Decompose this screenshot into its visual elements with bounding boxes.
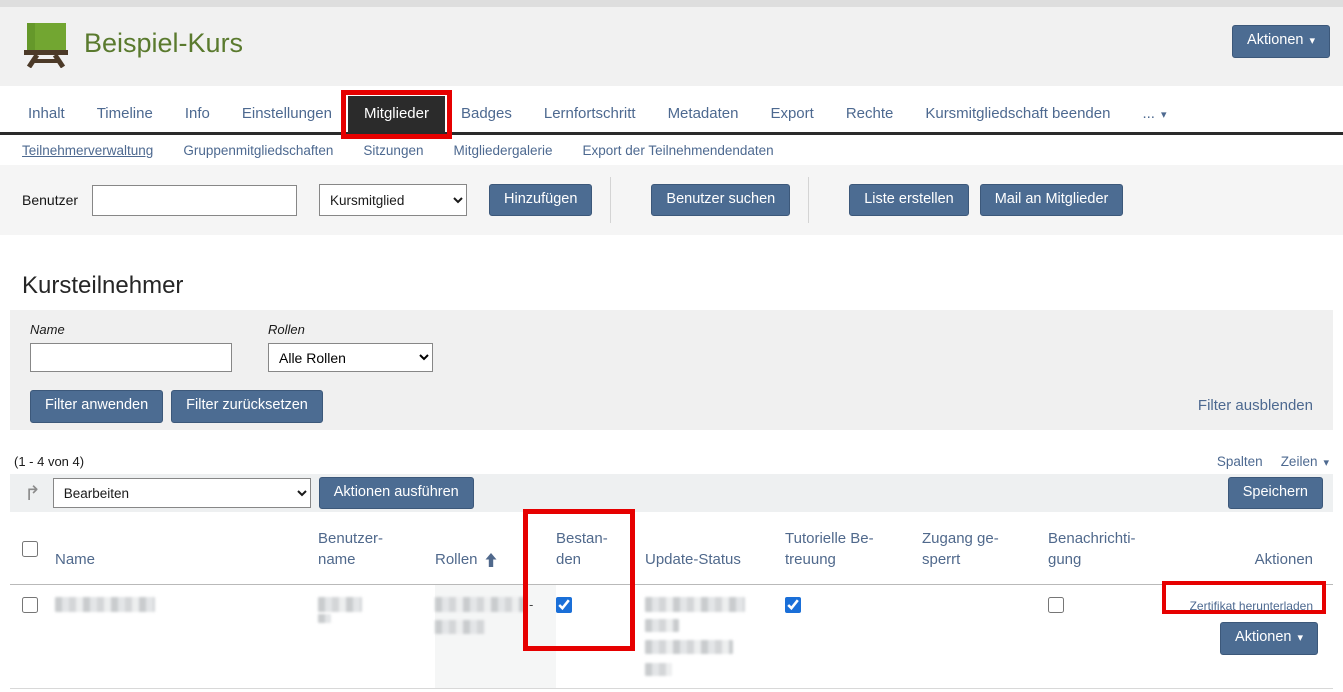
bulk-action-select[interactable]: Bearbeiten: [53, 478, 311, 508]
redacted-status: [645, 619, 679, 632]
tab-mitglieder[interactable]: Mitglieder: [348, 96, 445, 132]
tab-rechte[interactable]: Rechte: [830, 96, 910, 132]
col-header-bestanden[interactable]: Bestan-den: [556, 528, 645, 585]
redacted-status: [645, 663, 672, 676]
spalten-link[interactable]: Spalten: [1217, 454, 1263, 469]
role-select[interactable]: Kursmitglied: [319, 184, 467, 216]
header-band: Beispiel-Kurs Aktionen▾: [0, 0, 1343, 86]
tab-badges[interactable]: Badges: [445, 96, 528, 132]
result-count: (1 - 4 von 4): [14, 454, 84, 469]
subtab-sitzungen[interactable]: Sitzungen: [363, 143, 423, 158]
page-title: Beispiel-Kurs: [84, 28, 243, 59]
cell-tutorielle-betreuung: [785, 597, 922, 618]
sort-ascending-icon: [485, 553, 497, 567]
redacted-username: [318, 597, 362, 612]
col-header-benachrichtigung[interactable]: Benachrichti-gung: [1048, 528, 1178, 585]
subtab-bar: Teilnehmerverwaltung Gruppenmitgliedscha…: [0, 135, 1343, 165]
redacted-username: [318, 614, 331, 623]
caret-down-icon: ▾: [1297, 631, 1303, 644]
redacted-role: [435, 620, 485, 634]
aktionen-ausfuehren-button[interactable]: Aktionen ausführen: [319, 477, 474, 510]
tab-einstellungen[interactable]: Einstellungen: [226, 96, 348, 132]
page: { "icons": { "caret_down": "▾", "pipe_ar…: [0, 0, 1343, 692]
tab-metadaten[interactable]: Metadaten: [652, 96, 755, 132]
subtab-export-teilnehmendendaten[interactable]: Export der Teilnehmendendaten: [583, 143, 774, 158]
benutzer-input[interactable]: [92, 185, 297, 216]
filter-rollen-select[interactable]: Alle Rollen: [268, 343, 433, 372]
redacted-status: [645, 640, 733, 654]
cell-benutzername: [318, 597, 435, 623]
row-aktionen-button[interactable]: Aktionen▾: [1220, 622, 1318, 655]
tab-inhalt[interactable]: Inhalt: [12, 96, 81, 132]
subtab-teilnehmerverwaltung[interactable]: Teilnehmerverwaltung: [22, 143, 153, 158]
redacted-status: [645, 597, 745, 612]
col-header-zugang-gesperrt[interactable]: Zugang ge-sperrt: [922, 528, 1048, 585]
caret-down-icon: ▾: [1161, 108, 1167, 121]
benachrichtigung-checkbox[interactable]: [1048, 597, 1064, 613]
caret-down-icon: ▾: [1309, 34, 1315, 47]
col-header-aktionen: Aktionen: [1178, 549, 1333, 584]
col-header-update-status[interactable]: Update-Status: [645, 549, 785, 584]
cell-update-status: [645, 597, 785, 676]
tab-more[interactable]: ...▾: [1126, 96, 1182, 132]
section-heading: Kursteilnehmer: [22, 272, 1343, 300]
filter-ausblenden-link[interactable]: Filter ausblenden: [1198, 397, 1313, 414]
zertifikat-herunterladen-link[interactable]: Zertifikat herunterladen: [1190, 599, 1313, 613]
caret-down-icon: ▾: [1323, 456, 1329, 469]
mail-an-mitglieder-button[interactable]: Mail an Mitglieder: [980, 184, 1124, 217]
filter-zuruecksetzen-button[interactable]: Filter zurücksetzen: [171, 390, 323, 423]
tab-kursmitgliedschaft-beenden[interactable]: Kursmitgliedschaft beenden: [909, 96, 1126, 132]
tab-lernfortschritt[interactable]: Lernfortschritt: [528, 96, 652, 132]
cell-bestanden: [556, 597, 645, 618]
subtab-gruppenmitgliedschaften[interactable]: Gruppenmitgliedschaften: [183, 143, 333, 158]
col-header-benutzername[interactable]: Benutzer-name: [318, 528, 435, 585]
filter-anwenden-button[interactable]: Filter anwenden: [30, 390, 163, 423]
tab-export[interactable]: Export: [754, 96, 829, 132]
col-header-rollen[interactable]: Rollen: [435, 549, 556, 584]
cell-rollen: -: [435, 585, 556, 688]
table-header-row: Name Benutzer-name Rollen Bestan-den Upd…: [10, 512, 1333, 585]
benutzer-suchen-button[interactable]: Benutzer suchen: [651, 184, 790, 217]
table-row: - Zertifikat herunterladen Aktionen▾: [10, 585, 1333, 689]
tab-bar: Inhalt Timeline Info Einstellungen Mitgl…: [0, 86, 1343, 135]
add-user-toolbar: Benutzer Kursmitglied Hinzufügen Benutze…: [0, 165, 1343, 235]
cell-benachrichtigung: [1048, 597, 1178, 618]
filter-name-input[interactable]: [30, 343, 232, 372]
apply-to-selection-icon: ↱: [24, 481, 41, 505]
course-icon: [22, 20, 70, 73]
row-select-checkbox[interactable]: [22, 597, 38, 613]
benutzer-label: Benutzer: [22, 192, 78, 208]
participants-table: (1 - 4 von 4) Spalten Zeilen▾ ↱ Bearbeit…: [10, 448, 1333, 689]
toolbar-divider: [610, 177, 611, 223]
redacted-name: [55, 597, 155, 612]
tutorielle-betreuung-checkbox[interactable]: [785, 597, 801, 613]
cell-name: [55, 597, 318, 612]
zeilen-link[interactable]: Zeilen▾: [1281, 454, 1329, 469]
bulk-actions-toolbar: ↱ Bearbeiten Aktionen ausführen Speicher…: [10, 474, 1333, 512]
redacted-role: [435, 597, 527, 612]
header-actions-button[interactable]: Aktionen▾: [1232, 25, 1330, 58]
speichern-button[interactable]: Speichern: [1228, 477, 1323, 510]
select-all-checkbox[interactable]: [22, 541, 38, 557]
tab-timeline[interactable]: Timeline: [81, 96, 169, 132]
filter-rollen-label: Rollen: [268, 322, 433, 337]
bestanden-checkbox[interactable]: [556, 597, 572, 613]
cell-aktionen: Zertifikat herunterladen Aktionen▾: [1178, 597, 1333, 655]
filter-panel: Name Rollen Alle Rollen Filter anwenden …: [10, 310, 1333, 430]
tab-info[interactable]: Info: [169, 96, 226, 132]
liste-erstellen-button[interactable]: Liste erstellen: [849, 184, 968, 217]
col-header-tutorielle-betreuung[interactable]: Tutorielle Be-treuung: [785, 528, 922, 585]
filter-name-label: Name: [30, 322, 232, 337]
subtab-mitgliedergalerie[interactable]: Mitgliedergalerie: [453, 143, 552, 158]
col-header-name[interactable]: Name: [55, 549, 318, 584]
toolbar-divider: [808, 177, 809, 223]
hinzufuegen-button[interactable]: Hinzufügen: [489, 184, 592, 217]
